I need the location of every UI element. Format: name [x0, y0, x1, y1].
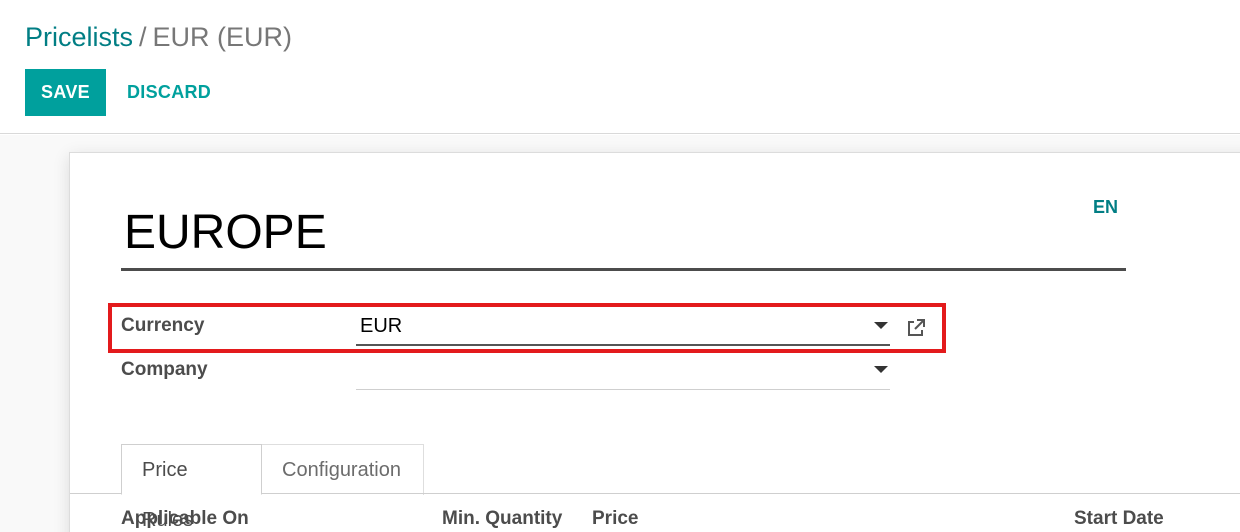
tab-price-rules[interactable]: Price Rules	[121, 444, 262, 531]
breadcrumb-current: EUR (EUR)	[152, 22, 293, 52]
control-panel: Pricelists / EUR (EUR) SAVE DISCARD	[0, 0, 1240, 134]
form-sheet: EN EUROPE Currency EUR Company Price Rul…	[69, 152, 1240, 532]
company-label: Company	[121, 359, 208, 380]
form-content-area: EN EUROPE Currency EUR Company Price Rul…	[0, 135, 1240, 532]
currency-dropdown-caret-icon[interactable]	[874, 322, 888, 329]
pricelist-name-input[interactable]: EUROPE	[121, 201, 1126, 271]
company-select[interactable]	[356, 350, 890, 390]
column-header-price[interactable]: Price	[592, 508, 638, 530]
discard-button[interactable]: DISCARD	[117, 69, 221, 116]
column-header-min-quantity[interactable]: Min. Quantity	[442, 508, 562, 530]
column-header-start-date[interactable]: Start Date	[1074, 508, 1164, 530]
currency-select[interactable]: EUR	[356, 306, 890, 346]
company-dropdown-caret-icon[interactable]	[874, 366, 888, 373]
currency-label: Currency	[121, 315, 205, 336]
breadcrumb-separator: /	[139, 22, 147, 52]
external-link-icon[interactable]	[905, 317, 927, 339]
tab-configuration[interactable]: Configuration	[262, 444, 424, 495]
currency-value: EUR	[360, 315, 403, 337]
save-button[interactable]: SAVE	[25, 69, 106, 116]
breadcrumb-pricelists-link[interactable]: Pricelists	[25, 22, 133, 52]
breadcrumb: Pricelists / EUR (EUR)	[25, 20, 292, 54]
